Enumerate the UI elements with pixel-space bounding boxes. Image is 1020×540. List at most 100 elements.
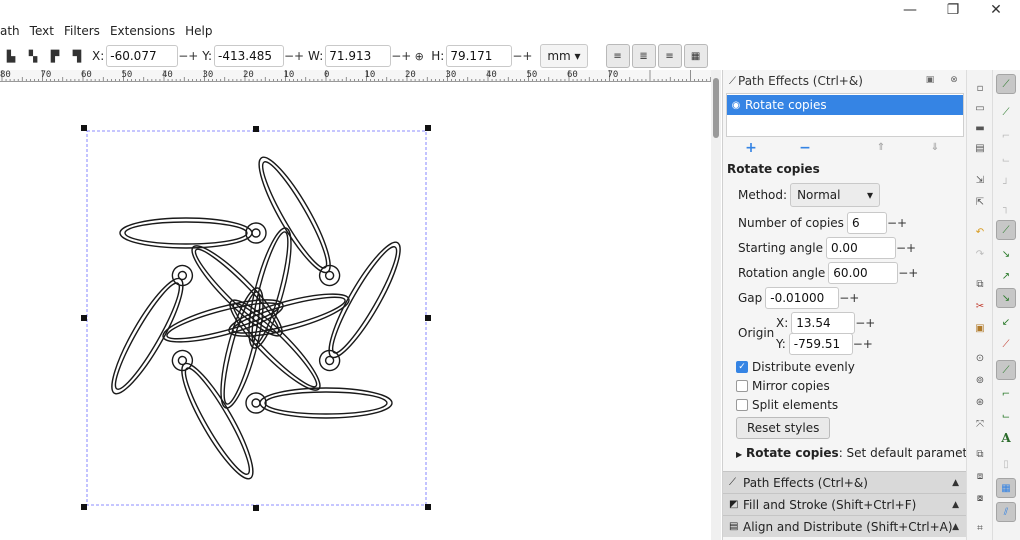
- dock-float-icon[interactable]: ▣: [923, 73, 937, 87]
- effect-list-item[interactable]: ◉ Rotate copies: [727, 95, 963, 115]
- scale-handle-w[interactable]: [81, 315, 87, 321]
- new-document-icon[interactable]: ▫: [970, 78, 990, 98]
- y-field[interactable]: -413.485: [214, 45, 285, 67]
- w-plus-button[interactable]: +: [401, 49, 411, 63]
- gap-plus[interactable]: +: [849, 291, 859, 305]
- num-copies-minus[interactable]: −: [887, 216, 897, 230]
- drawing-canvas[interactable]: [0, 83, 711, 540]
- scale-handle-e[interactable]: [425, 315, 431, 321]
- y-plus-button[interactable]: +: [294, 49, 304, 63]
- snap-bbox-midpoints-icon[interactable]: ┘: [996, 174, 1016, 194]
- close-button[interactable]: ✕: [976, 0, 1016, 20]
- add-effect-button[interactable]: +: [743, 140, 759, 156]
- origin-x-minus[interactable]: −: [855, 316, 865, 330]
- rotation-angle-field[interactable]: 60.00: [828, 262, 899, 284]
- origin-y-minus[interactable]: −: [853, 337, 863, 351]
- w-field[interactable]: 71.913: [325, 45, 392, 67]
- snap-toggle-icon[interactable]: ⟋: [996, 74, 1016, 94]
- export-icon[interactable]: ⇱: [970, 192, 990, 212]
- undo-icon[interactable]: ↶: [970, 222, 990, 242]
- method-select[interactable]: Normal ▾: [790, 183, 881, 207]
- origin-y-plus[interactable]: +: [863, 337, 873, 351]
- clone-icon[interactable]: ⧈: [970, 466, 990, 486]
- restore-button[interactable]: ❐: [933, 0, 973, 20]
- vertical-scrollbar[interactable]: [711, 70, 721, 540]
- num-copies-field[interactable]: 6: [846, 212, 887, 234]
- scale-handle-nw[interactable]: [81, 125, 87, 131]
- zoom-page-icon[interactable]: ⊛: [970, 392, 990, 412]
- scale-corners-button[interactable]: ≣: [631, 44, 656, 68]
- y-minus-button[interactable]: −: [284, 49, 294, 63]
- open-icon[interactable]: ▭: [970, 98, 990, 118]
- h-plus-button[interactable]: +: [522, 49, 532, 63]
- distribute-evenly-box[interactable]: ✓: [736, 361, 748, 373]
- w-minus-button[interactable]: −: [391, 49, 401, 63]
- zoom-fit-icon[interactable]: ⤧: [970, 414, 990, 434]
- distribute-evenly-checkbox[interactable]: ✓ Distribute evenly: [736, 358, 855, 376]
- snap-smooth-nodes-icon[interactable]: ↙: [996, 312, 1016, 332]
- tab-fill-stroke[interactable]: ◩ Fill and Stroke (Shift+Ctrl+F) ▲: [723, 493, 967, 515]
- redo-icon[interactable]: ↷: [970, 244, 990, 264]
- gap-field[interactable]: -0.01000: [765, 287, 840, 309]
- tab-path-effects[interactable]: ⟋ Path Effects (Ctrl+&) ▲: [723, 471, 967, 493]
- starting-angle-field[interactable]: 0.00: [825, 237, 896, 259]
- x-plus-button[interactable]: +: [188, 49, 198, 63]
- origin-y-field[interactable]: -759.51: [788, 333, 853, 355]
- lock-icon[interactable]: ⊕: [411, 45, 427, 67]
- split-elements-box[interactable]: [736, 399, 748, 411]
- zoom-selection-icon[interactable]: ⊙: [970, 348, 990, 368]
- h-field[interactable]: 79.171: [446, 45, 513, 67]
- move-up-icon[interactable]: ⇑: [873, 140, 889, 156]
- snap-bbox-centers-icon[interactable]: ┐: [996, 198, 1016, 218]
- snap-bbox-edges-icon[interactable]: ⌐: [996, 126, 1016, 146]
- menu-filters[interactable]: Filters: [59, 20, 105, 42]
- align-bottom-icon[interactable]: ▙: [0, 45, 22, 67]
- eye-icon[interactable]: ◉: [727, 100, 745, 111]
- snap-bbox-icon[interactable]: ⟋: [996, 102, 1016, 122]
- mirror-copies-checkbox[interactable]: Mirror copies: [736, 377, 830, 395]
- scale-stroke-button[interactable]: ≡: [605, 44, 630, 68]
- origin-x-field[interactable]: 13.54: [791, 312, 856, 334]
- snap-others-icon[interactable]: ⌙: [996, 406, 1016, 426]
- print-icon[interactable]: ▤: [970, 138, 990, 158]
- tab-align-distribute[interactable]: ▤ Align and Distribute (Shift+Ctrl+A) ▲: [723, 515, 967, 537]
- scale-handle-sw[interactable]: [81, 504, 87, 510]
- group-icon[interactable]: ⌗: [970, 518, 990, 538]
- origin-x-plus[interactable]: +: [865, 316, 875, 330]
- scale-handle-n[interactable]: [253, 126, 259, 132]
- x-minus-button[interactable]: −: [178, 49, 188, 63]
- reset-styles-button[interactable]: Reset styles: [736, 417, 831, 439]
- num-copies-plus[interactable]: +: [897, 216, 907, 230]
- move-patterns-button[interactable]: ▦: [683, 44, 708, 68]
- align-center-icon[interactable]: ▚: [22, 45, 44, 67]
- menu-help[interactable]: Help: [180, 20, 217, 42]
- scrollbar-thumb[interactable]: [713, 78, 719, 138]
- menu-path[interactable]: ath: [0, 20, 25, 42]
- effect-hint[interactable]: ▶ Rotate copies: Set default parameters: [736, 446, 986, 460]
- scale-handle-se[interactable]: [425, 504, 431, 510]
- save-icon[interactable]: ▬: [970, 118, 990, 138]
- cut-icon[interactable]: ✂: [970, 296, 990, 316]
- move-down-icon[interactable]: ⇓: [927, 140, 943, 156]
- copy-icon[interactable]: ⧉: [970, 274, 990, 294]
- snap-page-border-icon[interactable]: ▯: [996, 454, 1016, 474]
- align-top-icon[interactable]: ▜: [66, 45, 88, 67]
- dock-close-icon[interactable]: ⊗: [947, 73, 961, 87]
- minimize-button[interactable]: —: [890, 0, 930, 20]
- starting-angle-minus[interactable]: −: [896, 241, 906, 255]
- snap-grid-icon[interactable]: ▦: [996, 478, 1016, 498]
- effect-list[interactable]: ◉ Rotate copies: [726, 93, 964, 137]
- snap-cusp-nodes-icon[interactable]: ↘: [996, 288, 1016, 308]
- snap-centers-icon[interactable]: ⟋: [996, 360, 1016, 380]
- snap-nodes-icon[interactable]: ⟋: [996, 220, 1016, 240]
- starting-angle-plus[interactable]: +: [906, 241, 916, 255]
- scale-handle-ne[interactable]: [425, 125, 431, 131]
- x-field[interactable]: -60.077: [106, 45, 179, 67]
- snap-guides-icon[interactable]: ⫽: [996, 502, 1016, 522]
- snap-text-baseline-icon[interactable]: A: [996, 428, 1016, 448]
- remove-effect-button[interactable]: −: [797, 140, 813, 156]
- move-gradients-button[interactable]: ≡: [657, 44, 682, 68]
- h-minus-button[interactable]: −: [512, 49, 522, 63]
- rotation-angle-minus[interactable]: −: [898, 266, 908, 280]
- gap-minus[interactable]: −: [839, 291, 849, 305]
